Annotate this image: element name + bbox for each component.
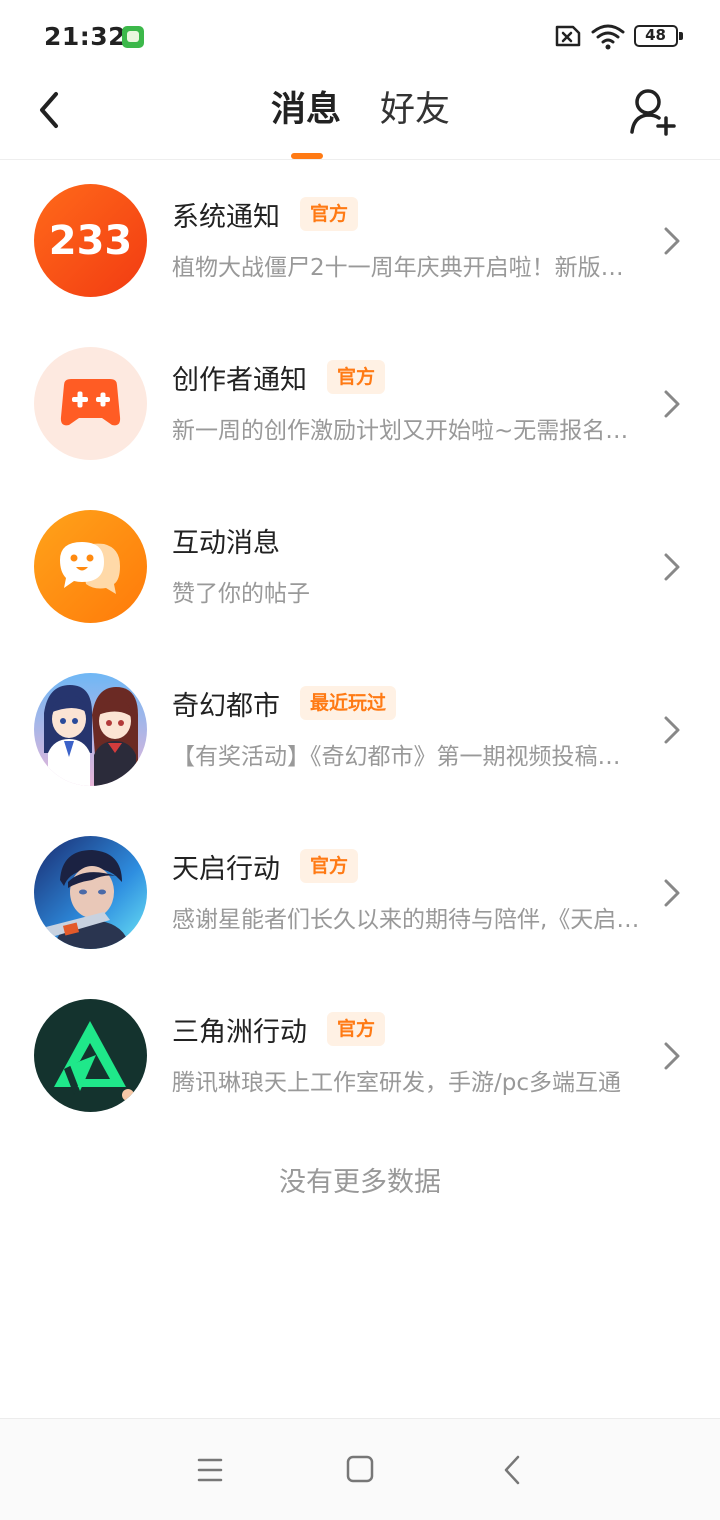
official-badge: 官方 [327, 360, 386, 394]
chevron-right-icon [664, 390, 680, 418]
back-triangle-icon[interactable] [492, 1453, 532, 1487]
home-square-icon[interactable] [340, 1453, 380, 1487]
item-title: 创作者通知 [172, 364, 307, 396]
battery-icon: 48 [634, 25, 683, 47]
item-preview: 【有奖活动】《奇幻都市》第一期视频投稿活动开启 [172, 744, 642, 770]
header: 消息 好友 [0, 72, 720, 160]
chevron-right-icon [664, 1042, 680, 1070]
game-hero-avatar [34, 836, 147, 949]
status-bar: 21:32 48 [0, 0, 720, 72]
official-badge: 官方 [300, 849, 359, 883]
item-title: 三角洲行动 [172, 1016, 307, 1048]
item-preview: 植物大战僵尸2十一周年庆典开启啦！新版本内容抢先看 [172, 255, 642, 281]
no-more-data-text: 没有更多数据 [279, 1167, 441, 1198]
item-preview: 新一周的创作激励计划又开始啦~无需报名即可参与 [172, 418, 642, 444]
menu-icon[interactable] [190, 1453, 230, 1487]
wifi-icon [591, 24, 625, 50]
delta-logo-avatar [34, 999, 147, 1112]
chevron-right-icon [664, 227, 680, 255]
avatar-233: 233 [34, 184, 147, 297]
official-badge: 官方 [327, 1012, 386, 1046]
item-preview: 赞了你的帖子 [172, 581, 310, 607]
tab-friends[interactable]: 好友 [380, 86, 450, 134]
avatar-creator [34, 347, 147, 460]
tab-messages[interactable]: 消息 [271, 86, 341, 134]
list-item-interaction[interactable]: 互动消息 赞了你的帖子 [0, 486, 720, 649]
item-title: 奇幻都市 [172, 690, 280, 722]
item-preview: 腾讯琳琅天上工作室研发，手游/pc多端互通 [172, 1070, 621, 1096]
item-preview: 感谢星能者们长久以来的期待与陪伴,《天启行动》 [172, 907, 642, 933]
chevron-right-icon [664, 879, 680, 907]
system-nav-bar [0, 1418, 720, 1520]
item-title: 天启行动 [172, 853, 280, 885]
chevron-right-icon [664, 553, 680, 581]
add-user-icon [630, 89, 676, 136]
list-item-apocalypse-action[interactable]: 天启行动 官方 感谢星能者们长久以来的期待与陪伴,《天启行动》 [0, 812, 720, 975]
recently-played-badge: 最近玩过 [300, 686, 397, 720]
official-badge: 官方 [300, 197, 359, 231]
list-item-system-notice[interactable]: 233 系统通知 官方 植物大战僵尸2十一周年庆典开启啦！新版本内容抢先看 [0, 160, 720, 323]
sim-off-icon [555, 25, 581, 47]
add-friend-button[interactable] [628, 86, 678, 136]
chevron-right-icon [664, 716, 680, 744]
avatar-233-text: 233 [49, 218, 133, 264]
list-item-fantasy-city[interactable]: 奇幻都市 最近玩过 【有奖活动】《奇幻都市》第一期视频投稿活动开启 [0, 649, 720, 812]
battery-level: 48 [645, 26, 666, 44]
tab-active-indicator [291, 153, 323, 159]
back-button[interactable] [30, 86, 70, 134]
app-notification-icon [122, 26, 144, 48]
item-title: 系统通知 [172, 201, 280, 233]
chevron-left-icon [40, 92, 58, 128]
item-title: 互动消息 [172, 527, 280, 559]
status-time: 21:32 [44, 22, 127, 51]
game-characters-avatar [34, 673, 147, 786]
avatar-interaction [34, 510, 147, 623]
list-item-delta-force[interactable]: 三角洲行动 官方 腾讯琳琅天上工作室研发，手游/pc多端互通 [0, 975, 720, 1138]
list-item-creator-notice[interactable]: 创作者通知 官方 新一周的创作激励计划又开始啦~无需报名即可参与 [0, 323, 720, 486]
